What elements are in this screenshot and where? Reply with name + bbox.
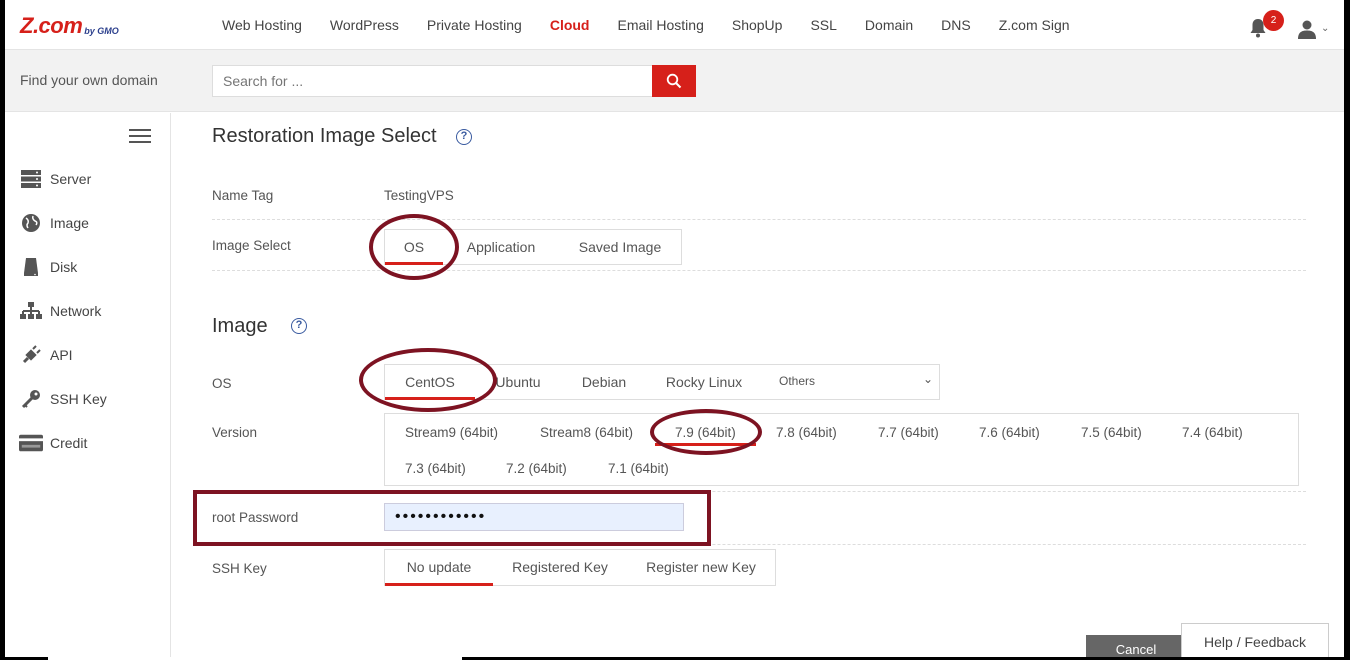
domain-search-input[interactable] [212, 65, 653, 97]
divider [212, 270, 1306, 271]
sidebar-item-ssh-key[interactable]: SSH Key [19, 387, 107, 411]
tab-no-update[interactable]: No update [385, 550, 493, 586]
sidebar-item-label: Disk [50, 259, 78, 275]
nav-zcom-sign[interactable]: Z.com Sign [999, 17, 1070, 33]
version-option-selected[interactable]: 7.9 (64bit) [655, 425, 756, 446]
nav-ssl[interactable]: SSL [810, 17, 836, 33]
top-nav: Z.com by GMO Web Hosting WordPress Priva… [5, 0, 1344, 50]
sidebar-item-server[interactable]: Server [19, 167, 91, 191]
nav-private-hosting[interactable]: Private Hosting [427, 17, 522, 33]
search-button[interactable] [652, 65, 696, 97]
image-select-label: Image Select [212, 238, 291, 253]
version-option[interactable]: 7.6 (64bit) [979, 425, 1040, 440]
version-option[interactable]: 7.7 (64bit) [878, 425, 939, 440]
sidebar-item-disk[interactable]: Disk [19, 255, 77, 279]
help-feedback-button[interactable]: Help / Feedback [1181, 623, 1329, 660]
sidebar-item-network[interactable]: Network [19, 299, 101, 323]
domain-search-bar: Find your own domain [5, 50, 1344, 112]
tab-register-new-key[interactable]: Register new Key [627, 550, 775, 585]
tab-saved-image[interactable]: Saved Image [559, 230, 681, 264]
main-content: Restoration Image Select ? Name Tag Test… [171, 113, 1344, 660]
nav-dns[interactable]: DNS [941, 17, 971, 33]
os-label: OS [212, 376, 232, 391]
root-password-label: root Password [212, 510, 299, 525]
search-icon [666, 73, 682, 89]
sidebar-item-api[interactable]: API [19, 343, 73, 367]
help-icon[interactable]: ? [456, 129, 472, 145]
ssh-key-label: SSH Key [212, 561, 267, 576]
key-icon [19, 388, 43, 410]
version-option[interactable]: 7.4 (64bit) [1182, 425, 1243, 440]
nav-email-hosting[interactable]: Email Hosting [617, 17, 703, 33]
sidebar-item-image[interactable]: Image [19, 211, 89, 235]
chevron-down-icon[interactable]: ⌄ [1321, 23, 1329, 34]
ssh-key-tabs: No update Registered Key Register new Ke… [384, 549, 776, 586]
name-tag-value: TestingVPS [384, 188, 454, 203]
nav-links: Web Hosting WordPress Private Hosting Cl… [222, 0, 1098, 50]
tab-centos[interactable]: CentOS [385, 365, 475, 400]
tab-rocky-linux[interactable]: Rocky Linux [647, 365, 761, 399]
app-frame: Z.com by GMO Web Hosting WordPress Priva… [5, 0, 1344, 660]
divider [212, 219, 1306, 220]
logo-sub: by GMO [84, 26, 119, 36]
version-option[interactable]: 7.2 (64bit) [506, 461, 567, 476]
tab-os[interactable]: OS [385, 230, 443, 265]
sidebar-item-label: Image [50, 215, 89, 231]
divider [212, 544, 1306, 545]
version-option[interactable]: 7.1 (64bit) [608, 461, 669, 476]
tab-debian[interactable]: Debian [561, 365, 647, 399]
user-icon[interactable] [1297, 19, 1317, 39]
nav-web-hosting[interactable]: Web Hosting [222, 17, 302, 33]
os-tabs: CentOS Ubuntu Debian Rocky Linux [384, 364, 940, 400]
help-icon[interactable]: ? [291, 318, 307, 334]
version-option[interactable]: 7.8 (64bit) [776, 425, 837, 440]
nav-cloud[interactable]: Cloud [550, 17, 590, 33]
globe-icon [19, 212, 43, 234]
name-tag-label: Name Tag [212, 188, 274, 203]
sidebar-item-credit[interactable]: Credit [19, 431, 87, 455]
sidebar-item-label: SSH Key [50, 391, 107, 407]
find-domain-label: Find your own domain [20, 72, 158, 88]
root-password-input[interactable]: •••••••••••• [384, 503, 684, 531]
sidebar-item-label: Credit [50, 435, 88, 451]
chevron-down-icon[interactable]: ⌄ [923, 372, 933, 386]
nav-domain[interactable]: Domain [865, 17, 913, 33]
divider [212, 491, 1306, 492]
zcom-logo[interactable]: Z.com by GMO [20, 13, 119, 37]
plug-icon [19, 344, 43, 366]
disk-icon [19, 256, 43, 278]
menu-icon[interactable] [129, 129, 151, 143]
nav-wordpress[interactable]: WordPress [330, 17, 399, 33]
nav-shopup[interactable]: ShopUp [732, 17, 783, 33]
network-icon [19, 300, 43, 322]
tab-registered-key[interactable]: Registered Key [493, 550, 627, 585]
credit-card-icon [19, 432, 43, 454]
server-icon [19, 168, 43, 190]
sidebar-item-label: Server [50, 171, 92, 187]
version-option[interactable]: Stream8 (64bit) [540, 425, 633, 440]
image-title: Image [212, 315, 268, 337]
version-list: Stream9 (64bit) Stream8 (64bit) 7.9 (64b… [384, 413, 1299, 486]
version-option[interactable]: Stream9 (64bit) [405, 425, 498, 440]
logo-main: Z.com [20, 13, 83, 38]
os-others-dropdown[interactable]: Others [779, 374, 815, 388]
image-select-tabs: OS Application Saved Image [384, 229, 682, 265]
tab-ubuntu[interactable]: Ubuntu [475, 365, 561, 399]
version-label: Version [212, 425, 258, 440]
version-option[interactable]: 7.5 (64bit) [1081, 425, 1142, 440]
sidebar: Server Image Disk Network API SSH Key Cr… [5, 113, 171, 660]
tab-application[interactable]: Application [443, 230, 559, 264]
sidebar-item-label: Network [50, 303, 102, 319]
version-option[interactable]: 7.3 (64bit) [405, 461, 466, 476]
sidebar-item-label: API [50, 347, 73, 363]
restoration-title: Restoration Image Select [212, 125, 437, 147]
notification-badge: 2 [1263, 10, 1284, 31]
